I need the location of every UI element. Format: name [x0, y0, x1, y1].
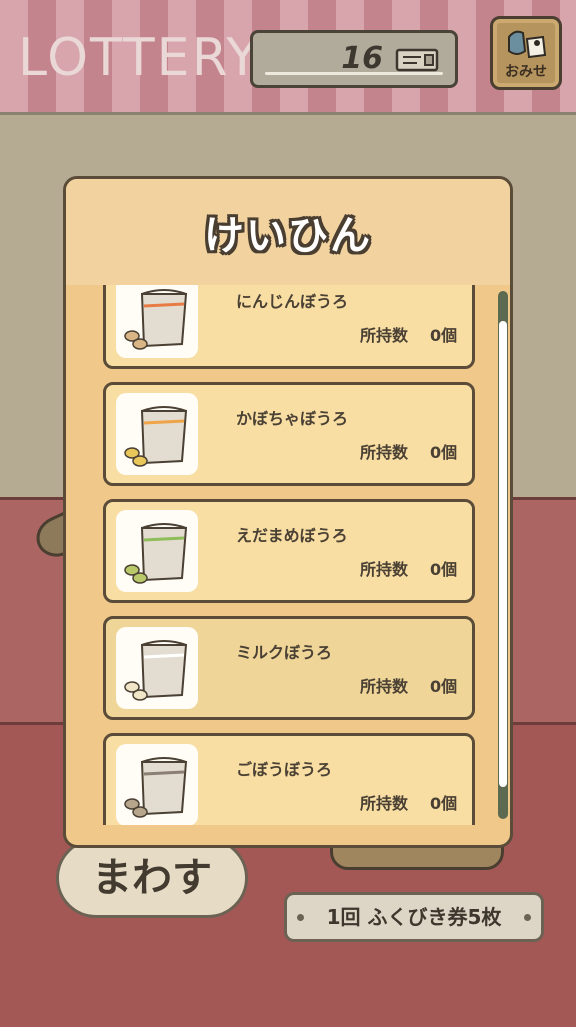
prize-modal-header: けいひん — [66, 179, 510, 285]
owned-count: 0個 — [430, 443, 458, 462]
prize-item-burdock-boro[interactable]: ごぼうぼうろ 所持数 0個 — [103, 733, 475, 825]
lottery-title: LOTTERY — [18, 28, 261, 88]
cookie-bag-icon — [124, 406, 188, 467]
owned-count: 0個 — [430, 560, 458, 579]
prize-thumbnail — [116, 285, 198, 358]
cost-text: 1回 ふくびき券5枚 — [326, 905, 502, 929]
prize-thumbnail — [116, 627, 198, 709]
cost-dot-left — [297, 914, 304, 921]
prize-name: ごぼうぼうろ — [236, 760, 333, 779]
owned-label: 所持数 — [360, 677, 409, 696]
lottery-ticket-icon — [395, 48, 439, 72]
prize-thumbnail — [116, 393, 198, 475]
prize-modal-title: けいひん — [204, 213, 372, 259]
ticket-count: 16 — [341, 41, 383, 76]
scrollbar-thumb[interactable] — [499, 321, 507, 787]
prize-item-pumpkin-boro[interactable]: かぼちゃぼうろ 所持数 0個 — [103, 382, 475, 486]
cost-dot-right — [524, 914, 531, 921]
prize-list[interactable]: にんじんぼうろ 所持数 0個 かぼちゃぼうろ 所持数 0個 えだまめぼうろ 所持… — [100, 285, 482, 825]
owned-count: 0個 — [430, 794, 458, 813]
shop-button[interactable]: おみせ — [490, 16, 562, 90]
cookie-bag-icon — [124, 289, 188, 350]
shop-label: おみせ — [505, 64, 547, 80]
cookie-bag-icon — [124, 757, 188, 818]
cookie-bag-icon — [124, 523, 188, 584]
prize-name: にんじんぼうろ — [236, 292, 349, 311]
owned-label: 所持数 — [360, 443, 409, 462]
owned-label: 所持数 — [360, 326, 409, 345]
ticket-underline — [265, 72, 443, 75]
ticket-counter: 16 — [250, 30, 458, 88]
prize-name: かぼちゃぼうろ — [236, 409, 349, 428]
cookie-bag-icon — [124, 640, 188, 701]
prize-name: ミルクぼうろ — [236, 643, 333, 662]
prize-name: えだまめぼうろ — [236, 526, 348, 545]
prize-list-modal: けいひん にんじんぼうろ 所持数 0個 かぼちゃぼうろ 所持数 0個 えだまめぼ… — [63, 176, 513, 848]
owned-count: 0個 — [430, 326, 458, 345]
prize-item-carrot-boro[interactable]: にんじんぼうろ 所持数 0個 — [103, 285, 475, 369]
prize-thumbnail — [116, 744, 198, 825]
owned-label: 所持数 — [360, 560, 409, 579]
lottery-cost-label: 1回 ふくびき券5枚 — [284, 892, 544, 942]
prize-item-milk-boro[interactable]: ミルクぼうろ 所持数 0個 — [103, 616, 475, 720]
owned-count: 0個 — [430, 677, 458, 696]
spin-button[interactable]: まわす — [56, 838, 248, 918]
prize-list-scrollbar[interactable] — [498, 291, 508, 819]
owned-label: 所持数 — [360, 794, 409, 813]
shop-bag-icon — [508, 30, 547, 59]
prize-thumbnail — [116, 510, 198, 592]
prize-item-edamame-boro[interactable]: えだまめぼうろ 所持数 0個 — [103, 499, 475, 603]
